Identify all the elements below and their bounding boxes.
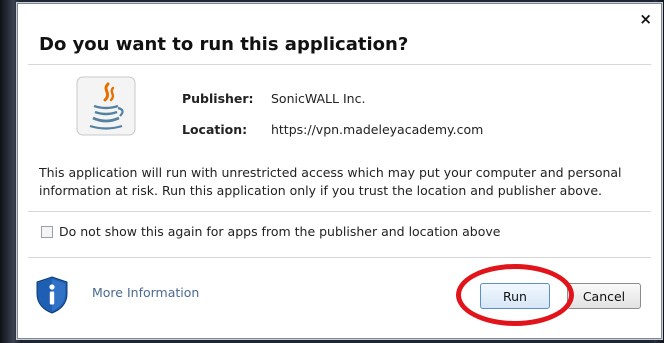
checkbox-label: Do not show this again for apps from the… — [59, 224, 501, 239]
shield-info-icon — [36, 276, 68, 314]
cancel-button[interactable]: Cancel — [567, 283, 641, 309]
location-value: https://vpn.madeleyacademy.com — [270, 122, 484, 137]
divider — [28, 211, 651, 212]
warning-line-1: This application will run with unrestric… — [39, 165, 622, 180]
do-not-show-again-checkbox[interactable] — [41, 225, 53, 238]
publisher-row: Publisher: SonicWALL Inc. — [182, 91, 365, 106]
close-icon[interactable]: × — [639, 12, 652, 27]
warning-text: This application will run with unrestric… — [39, 164, 639, 200]
divider — [28, 257, 651, 258]
more-information-link[interactable]: More Information — [92, 285, 199, 300]
location-label: Location: — [182, 122, 248, 137]
publisher-value: SonicWALL Inc. — [270, 91, 366, 106]
warning-line-2: information at risk. Run this applicatio… — [39, 183, 602, 198]
location-row: Location: https://vpn.madeleyacademy.com — [182, 122, 483, 137]
security-warning-dialog: × Do you want to run this application? P… — [17, 3, 662, 339]
dialog-title: Do you want to run this application? — [39, 34, 409, 55]
do-not-show-again-row[interactable]: Do not show this again for apps from the… — [41, 224, 500, 239]
publisher-label: Publisher: — [182, 91, 254, 106]
run-button[interactable]: Run — [480, 283, 550, 309]
java-coffee-cup-icon — [76, 76, 136, 136]
divider — [28, 64, 651, 65]
